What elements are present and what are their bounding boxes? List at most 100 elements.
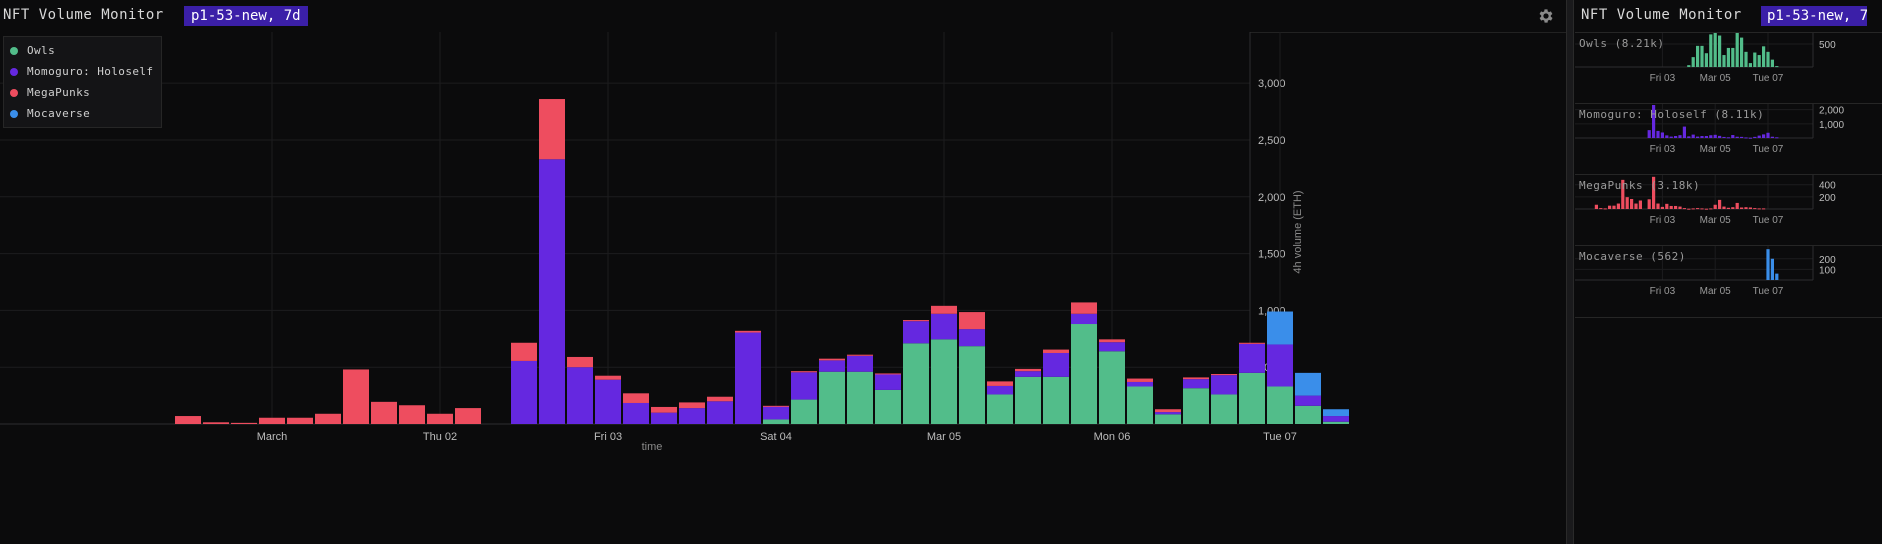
mini-bar	[1766, 51, 1770, 67]
chart-legend: Owls Momoguro: Holoself MegaPunks Mocave…	[3, 36, 163, 128]
legend-item-momoguro[interactable]: Momoguro: Holoself	[10, 61, 153, 82]
mini-bar	[1726, 207, 1730, 209]
mini-bar	[1766, 249, 1770, 280]
x-axis-title: time	[642, 441, 663, 453]
mini-bar	[1753, 52, 1757, 67]
bar-segment	[987, 394, 1013, 424]
bar-segment	[231, 422, 257, 424]
x-tick-label: Mon 06	[1094, 431, 1131, 443]
main-toolbar: NFT Volume Monitor p1-53-new, 7d	[0, 0, 1566, 33]
legend-swatch-mocaverse	[10, 109, 18, 118]
bar-segment	[287, 417, 313, 424]
mini-chart-mocaverse[interactable]: Mocaverse (562) 100 200 Fri 03 Mar 05 Tue 07	[1575, 245, 1882, 318]
mini-bar	[1599, 208, 1603, 210]
mini-chart-title: Owls (8.21k)	[1579, 37, 1665, 50]
bar-segment	[763, 406, 789, 420]
bar-segment	[1267, 344, 1293, 387]
mini-bar	[1665, 203, 1669, 209]
mini-bar	[1638, 200, 1642, 209]
legend-swatch-owls	[10, 46, 18, 55]
mini-bar	[1775, 273, 1779, 280]
mini-x-tick-label: Tue 07	[1753, 215, 1784, 226]
mini-bar	[1709, 208, 1713, 210]
mini-bar	[1665, 135, 1669, 138]
bar-segment	[1183, 377, 1209, 380]
mini-x-tick-label: Fri 03	[1650, 144, 1676, 155]
bar-segment	[1239, 372, 1265, 424]
mini-x-tick-label: Tue 07	[1753, 286, 1784, 297]
bar-segment	[175, 416, 201, 424]
mini-bar	[1678, 206, 1682, 209]
mini-bar	[1656, 203, 1660, 209]
stacked-bar-chart[interactable]: 5001,0001,5002,0002,5003,000MarchThu 02F…	[0, 32, 1566, 544]
mini-bar	[1726, 137, 1730, 139]
bar-segment	[1211, 375, 1237, 395]
mini-y-tick-label: 400	[1819, 181, 1836, 192]
mini-bar	[1766, 132, 1770, 138]
mini-bar	[1647, 130, 1651, 138]
mini-bar	[1700, 45, 1704, 67]
side-title: NFT Volume Monitor	[1581, 7, 1742, 23]
mini-x-tick-label: Mar 05	[1700, 286, 1732, 297]
bar-segment	[1211, 374, 1237, 376]
bar-segment	[1267, 386, 1293, 424]
bar-segment	[1099, 342, 1125, 352]
mini-bar	[1700, 208, 1704, 210]
mini-chart-owls[interactable]: Owls (8.21k) 500 Fri 03 Mar 05 Tue 07	[1575, 32, 1882, 104]
mini-bar	[1722, 136, 1726, 138]
y-tick-label: 1,500	[1258, 249, 1286, 261]
bar-segment	[903, 320, 929, 322]
bar-segment	[819, 371, 845, 424]
mini-x-tick-label: Mar 05	[1700, 73, 1732, 84]
bar-segment	[567, 356, 593, 368]
page-title: NFT Volume Monitor	[3, 7, 164, 23]
mini-bar	[1740, 207, 1744, 209]
x-tick-label: Thu 02	[423, 431, 457, 443]
bar-segment	[259, 417, 285, 424]
mini-bar	[1770, 136, 1774, 138]
mini-bar	[1687, 208, 1691, 210]
bar-segment	[1043, 352, 1069, 377]
bar-segment	[1183, 379, 1209, 389]
gear-icon[interactable]	[1537, 7, 1555, 25]
mini-bar	[1740, 136, 1744, 138]
mini-chart-momoguro[interactable]: Momoguro: Holoself (8.11k) 1,000 2,000 Fri…	[1575, 103, 1882, 175]
mini-bar	[1669, 205, 1673, 209]
bar-segment	[1323, 409, 1349, 417]
bar-segment	[1043, 376, 1069, 424]
mini-bar	[1735, 136, 1739, 138]
mini-bar	[1757, 208, 1761, 210]
mini-bar	[1731, 135, 1735, 138]
bar-segment	[903, 343, 929, 424]
query-badge[interactable]: p1-53-new, 7d	[184, 6, 308, 26]
mini-bar	[1687, 65, 1691, 67]
legend-item-mocaverse[interactable]: Mocaverse	[10, 103, 153, 124]
bar-segment	[931, 305, 957, 314]
panel-resize-handle[interactable]	[1566, 0, 1574, 544]
mini-y-tick-label: 100	[1819, 265, 1836, 276]
mini-bar	[1757, 55, 1761, 67]
mini-chart-megapunks[interactable]: MegaPunks (3.18k) 200 400 Fri 03 Mar 05 Tue …	[1575, 174, 1882, 246]
mini-bar	[1691, 134, 1695, 138]
bar-segment	[707, 401, 733, 424]
bar-segment	[315, 413, 341, 424]
legend-label: Mocaverse	[27, 107, 91, 120]
x-tick-label: March	[257, 431, 288, 443]
bar-segment	[1239, 342, 1265, 344]
mini-x-tick-label: Tue 07	[1753, 73, 1784, 84]
legend-item-owls[interactable]: Owls	[10, 40, 153, 61]
bar-segment	[1211, 394, 1237, 424]
mini-bar	[1709, 34, 1713, 67]
mini-bar	[1687, 136, 1691, 138]
bar-segment	[847, 355, 873, 372]
bar-segment	[707, 396, 733, 402]
mini-bar	[1713, 204, 1717, 209]
mini-bar	[1731, 207, 1735, 209]
legend-item-megapunks[interactable]: MegaPunks	[10, 82, 153, 103]
side-query-badge[interactable]: p1-53-new, 7d	[1761, 6, 1867, 26]
mini-x-tick-label: Mar 05	[1700, 215, 1732, 226]
bar-segment	[1295, 405, 1321, 424]
bar-segment	[511, 342, 537, 361]
bar-segment	[735, 332, 761, 424]
bar-segment	[1071, 313, 1097, 325]
